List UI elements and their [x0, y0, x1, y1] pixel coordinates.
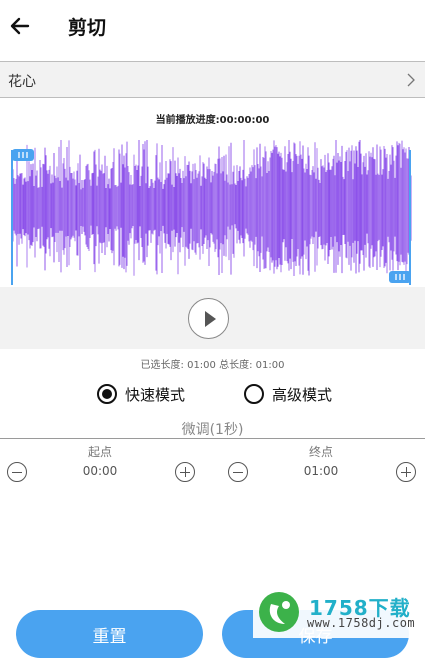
- playback-progress: 当前播放进度:00:00:00: [155, 115, 270, 126]
- start-decrease-button[interactable]: [7, 462, 27, 482]
- chevron-right-icon: [407, 73, 415, 87]
- advanced-mode-option[interactable]: 高级模式: [244, 382, 332, 406]
- play-button[interactable]: [188, 298, 229, 339]
- back-arrow-icon[interactable]: [6, 12, 34, 40]
- watermark-url: www.1758dj.com: [307, 616, 416, 630]
- reset-button[interactable]: 重置: [16, 610, 203, 658]
- waveform-editor[interactable]: [0, 140, 425, 290]
- play-icon: [205, 311, 216, 327]
- advanced-mode-label: 高级模式: [272, 385, 333, 404]
- fast-mode-radio[interactable]: [97, 384, 117, 404]
- divider: [0, 438, 425, 439]
- player-controls: [0, 287, 425, 349]
- start-increase-button[interactable]: [175, 462, 195, 482]
- waveform-samples: [11, 140, 412, 277]
- end-value: 01:00: [303, 464, 339, 478]
- end-decrease-button[interactable]: [228, 462, 248, 482]
- selection-end-handle[interactable]: [389, 271, 411, 283]
- fast-mode-label: 快速模式: [125, 385, 186, 404]
- advanced-mode-radio[interactable]: [244, 384, 264, 404]
- start-value: 00:00: [82, 464, 118, 478]
- watermark-logo-icon: [259, 592, 299, 632]
- end-label: 终点: [308, 445, 333, 459]
- start-label: 起点: [87, 445, 112, 459]
- length-info: 已选长度: 01:00 总长度: 01:00: [140, 360, 285, 371]
- file-name: 花心: [8, 74, 36, 90]
- selection-start-handle[interactable]: [12, 149, 34, 161]
- radio-selected-dot: [102, 389, 112, 399]
- app-bar: 剪切: [0, 0, 425, 52]
- file-select-row[interactable]: 花心: [0, 61, 425, 98]
- fast-mode-option[interactable]: 快速模式: [97, 382, 185, 406]
- fine-tune-title: 微调(1秒): [181, 422, 244, 438]
- site-watermark: 1758下载 www.1758dj.com: [253, 588, 425, 638]
- waveform[interactable]: [0, 140, 425, 290]
- page-title: 剪切: [68, 17, 107, 39]
- end-increase-button[interactable]: [396, 462, 416, 482]
